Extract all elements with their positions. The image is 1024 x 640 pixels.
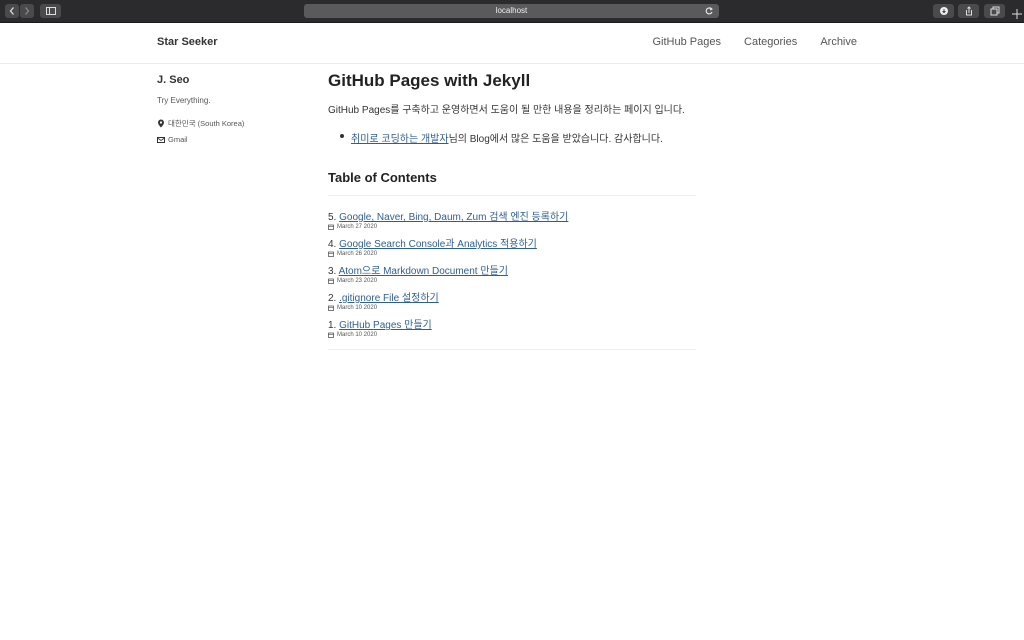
forward-button[interactable] [20,4,34,18]
toc-item-link[interactable]: Google, Naver, Bing, Daum, Zum 검색 엔진 등록하… [339,212,568,223]
toc-item-number: 4. [328,239,337,250]
toc-item: 2. .gitignore File 설정하기 March 10 2020 [328,289,439,311]
author-name: J. Seo [157,74,190,86]
tabs-icon [990,6,999,16]
calendar-icon [328,224,334,230]
calendar-icon [328,278,334,284]
envelope-icon [157,136,165,143]
divider [328,349,696,350]
toc-item: 5. Google, Naver, Bing, Daum, Zum 검색 엔진 … [328,208,568,230]
new-tab-button[interactable] [1011,4,1023,20]
toc-item-date: March 26 2020 [337,251,378,257]
author-bio: Try Everything. [157,96,211,105]
toc-item-date: March 10 2020 [337,332,378,338]
toc-item-link[interactable]: Atom으로 Markdown Document 만들기 [339,266,508,277]
author-location: 대한민국 (South Korea) [157,118,244,129]
toc-item-link[interactable]: GitHub Pages 만들기 [339,320,432,331]
reload-icon[interactable] [703,4,715,18]
site-header: Star Seeker GitHub Pages Categories Arch… [0,22,1024,64]
location-text: 대한민국 (South Korea) [168,119,245,128]
credit-text: 님의 Blog에서 많은 도움을 받았습니다. 감사합니다. [448,134,663,145]
toc-item-number: 1. [328,320,337,331]
sidebar-toggle-button[interactable] [40,4,61,18]
address-bar[interactable]: localhost [304,4,719,18]
tabs-overview-button[interactable] [984,4,1005,18]
toc-item-date: March 23 2020 [337,278,378,284]
toc-item-number: 2. [328,293,337,304]
bullet-icon [340,134,344,138]
nav-categories[interactable]: Categories [744,36,797,48]
toc-item-link[interactable]: .gitignore File 설정하기 [339,293,439,304]
calendar-icon [328,251,334,257]
toc-heading: Table of Contents [328,170,437,185]
toc-item: 3. Atom으로 Markdown Document 만들기 March 23… [328,262,508,284]
toc-item: 4. Google Search Console과 Analytics 적용하기… [328,235,537,257]
downloads-button[interactable] [933,4,954,18]
site-title[interactable]: Star Seeker [157,36,218,48]
share-button[interactable] [958,4,979,18]
toc-item-date: March 10 2020 [337,305,378,311]
site-nav: GitHub Pages Categories Archive [633,36,858,48]
toc-item-number: 5. [328,212,337,223]
toc-item-link[interactable]: Google Search Console과 Analytics 적용하기 [339,239,537,250]
back-button[interactable] [5,4,19,18]
toc-item-number: 3. [328,266,337,277]
author-email-link[interactable]: Gmail [157,135,188,144]
intro-paragraph: GitHub Pages를 구축하고 운영하면서 도움이 될 만한 내용을 정리… [328,105,685,116]
map-marker-icon [158,119,164,128]
calendar-icon [328,332,334,338]
toc-item-date: March 27 2020 [337,224,378,230]
browser-toolbar: localhost [0,0,1024,23]
plus-icon [1012,9,1022,19]
share-icon [965,6,972,16]
page-title: GitHub Pages with Jekyll [328,71,531,90]
download-icon [939,7,948,15]
credit-list-item: 취미로 코딩하는 개발자님의 Blog에서 많은 도움을 받았습니다. 감사합니… [340,130,663,145]
divider [328,195,696,196]
url-text: localhost [495,6,528,15]
credit-link[interactable]: 취미로 코딩하는 개발자 [351,134,449,145]
nav-github-pages[interactable]: GitHub Pages [653,36,721,48]
nav-archive[interactable]: Archive [820,36,857,48]
sidebar-icon [45,7,56,15]
email-text[interactable]: Gmail [168,135,188,144]
chevron-left-icon [9,7,14,15]
toc-item: 1. GitHub Pages 만들기 March 10 2020 [328,316,432,338]
calendar-icon [328,305,334,311]
chevron-right-icon [25,7,30,15]
